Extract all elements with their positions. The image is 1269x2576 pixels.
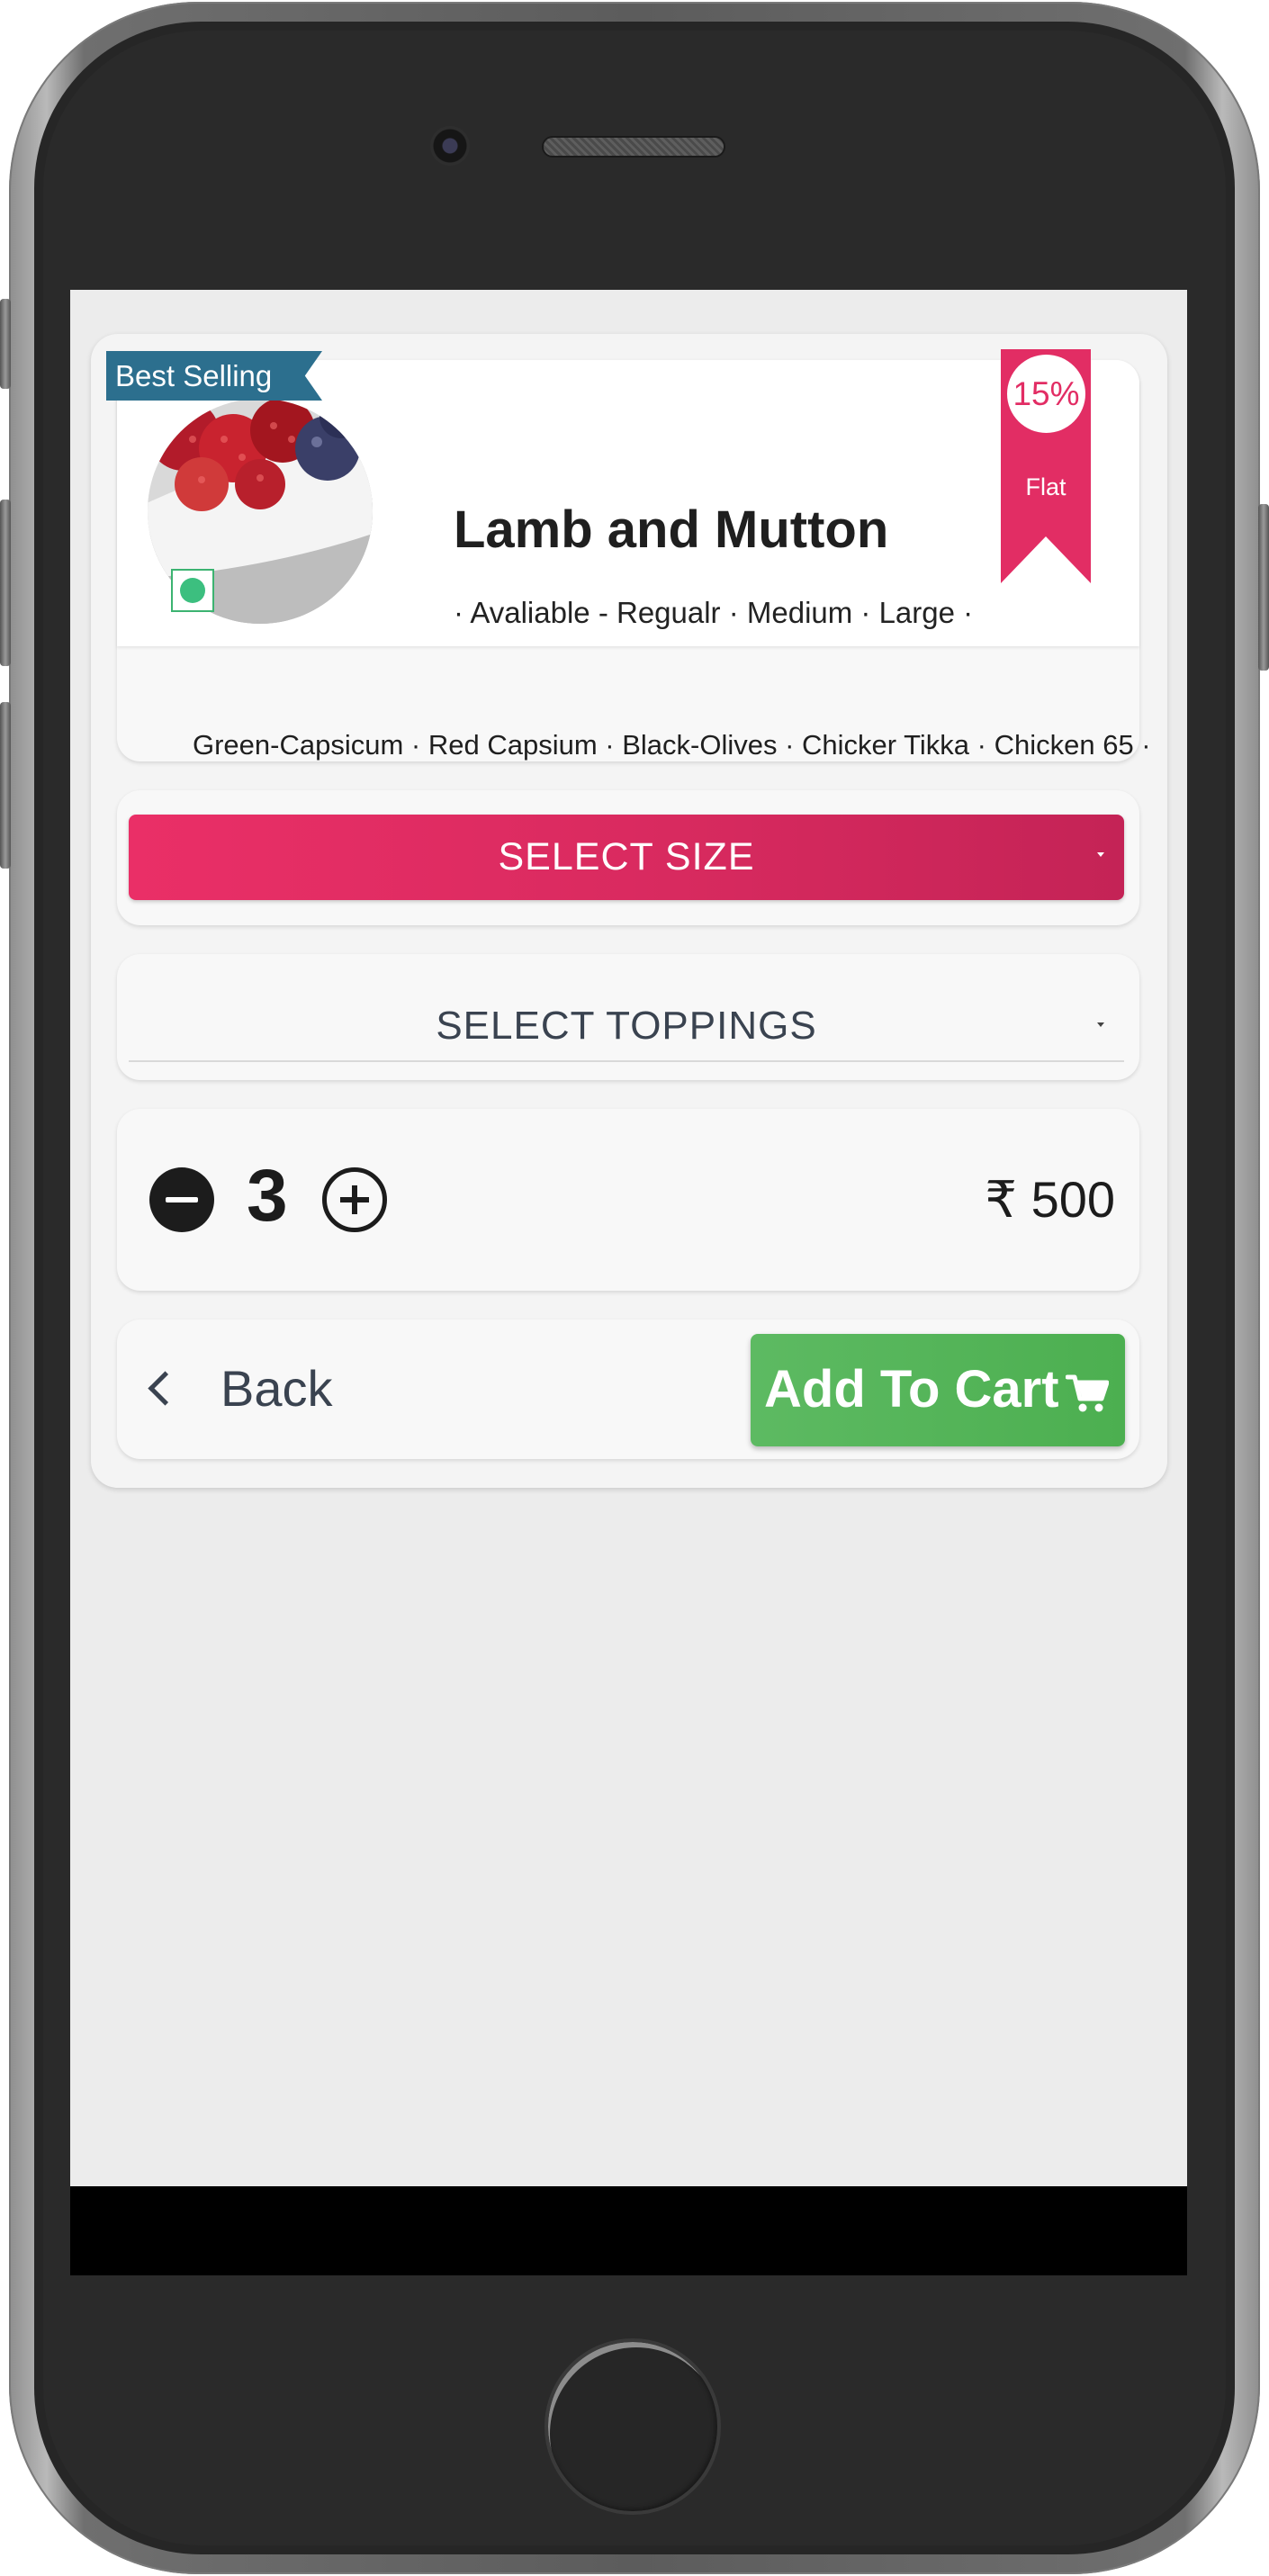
product-header: Lamb and Mutton · Avaliable - Regualr · … (117, 360, 1139, 646)
caret-down-icon (1097, 852, 1104, 857)
product-sizes: · Avaliable - Regualr · Medium · Large · (454, 596, 974, 629)
earpiece-speaker (544, 138, 724, 156)
discount-label: Flat (1025, 473, 1066, 500)
discount-percent: 15% (1007, 355, 1085, 433)
phone-power-button (1258, 504, 1269, 671)
cart-icon (1066, 1374, 1109, 1412)
app-screen: Lamb and Mutton · Avaliable - Regualr · … (70, 290, 1187, 2275)
add-to-cart-label: Add To Cart (764, 1360, 1059, 1419)
add-to-cart-button[interactable]: Add To Cart (751, 1334, 1125, 1446)
caret-down-icon (1097, 1022, 1104, 1027)
phone-side-button (0, 299, 11, 389)
system-navigation-bar (70, 2186, 1187, 2275)
home-button[interactable] (544, 2338, 721, 2515)
product-card: Lamb and Mutton · Avaliable - Regualr · … (117, 360, 1151, 761)
phone-volume-down-button (0, 702, 11, 869)
back-label: Back (220, 1359, 333, 1417)
chevron-left-icon (148, 1370, 183, 1406)
veg-indicator-icon (171, 569, 214, 612)
best-selling-label: Best Selling (115, 359, 273, 392)
select-toppings-dropdown[interactable]: SELECT TOPPINGS (129, 992, 1124, 1062)
product-toppings: Green-Capsicum · Red Capsium · Black-Oli… (193, 729, 1151, 761)
front-camera (430, 126, 470, 166)
quantity-value: 3 (247, 1155, 288, 1237)
plus-circle-icon[interactable] (322, 1167, 387, 1232)
phone-volume-up-button (0, 500, 11, 666)
minus-circle-icon[interactable] (149, 1167, 214, 1232)
select-size-label: SELECT SIZE (498, 835, 755, 878)
product-name: Lamb and Mutton (454, 500, 889, 559)
select-size-button[interactable]: SELECT SIZE (129, 815, 1124, 900)
back-button[interactable]: Back (137, 1352, 333, 1424)
select-toppings-label: SELECT TOPPINGS (436, 1004, 817, 1048)
price-label: ₹ 500 (985, 1171, 1115, 1228)
